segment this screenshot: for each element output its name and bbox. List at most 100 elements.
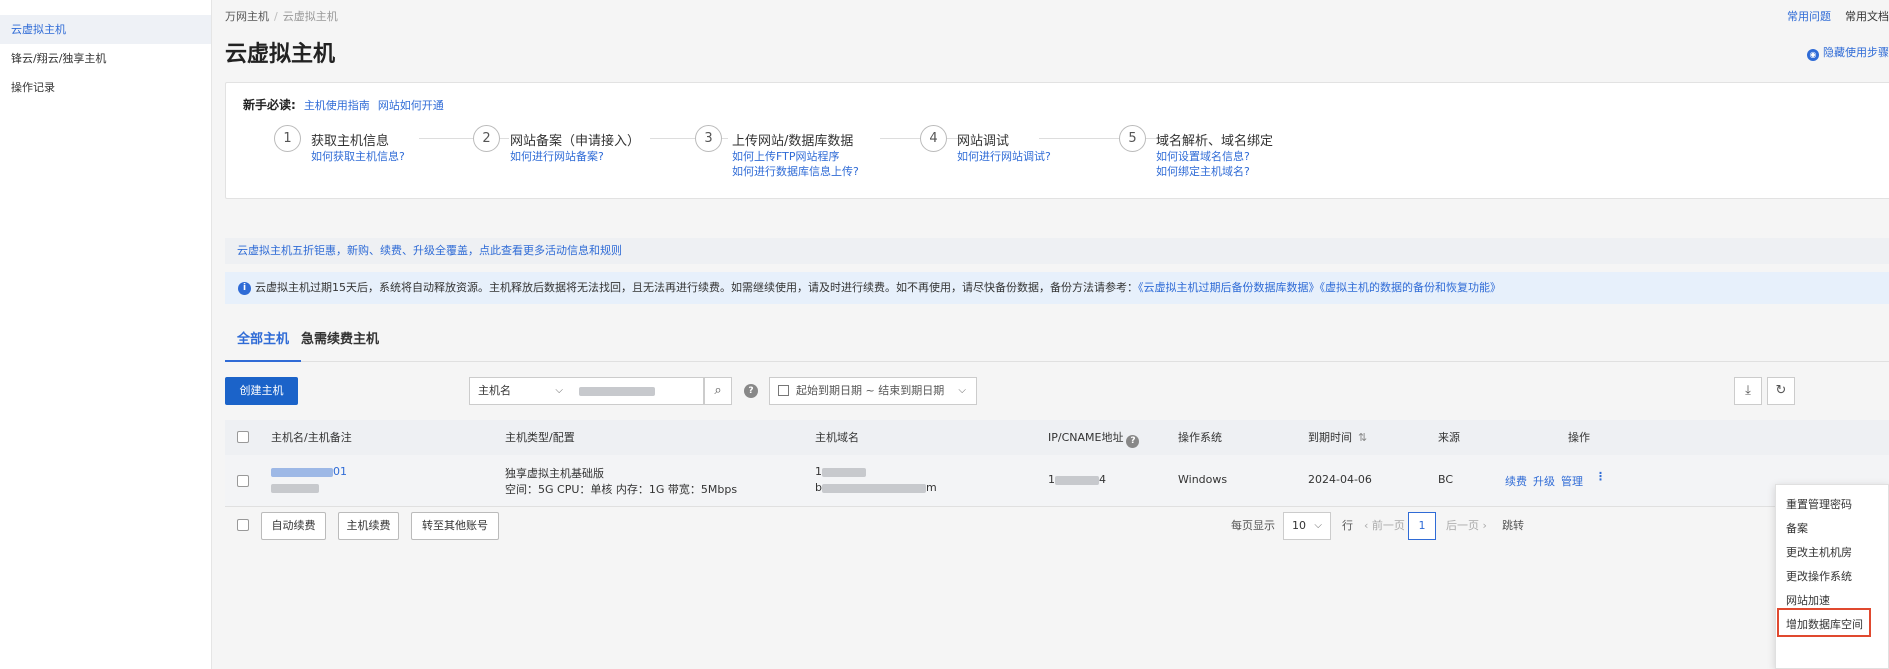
redacted-text bbox=[1055, 475, 1099, 485]
top-links: 常用问题 常用文档 bbox=[1773, 8, 1889, 24]
transfer-account-button[interactable]: 转至其他账号 bbox=[411, 512, 499, 540]
chevron-right-icon: › bbox=[1482, 519, 1487, 532]
step-help-link[interactable]: 如何获取主机信息? bbox=[311, 148, 405, 164]
next-page-button[interactable]: 后一页 › bbox=[1446, 512, 1487, 540]
host-domain-2: bm bbox=[815, 481, 937, 494]
step-help-link[interactable]: 如何进行网站调试? bbox=[957, 148, 1051, 164]
sidebar: 云虚拟主机 锋云/翔云/独享主机 操作记录 bbox=[0, 0, 212, 669]
host-os: Windows bbox=[1178, 473, 1228, 486]
step-title: 网站调试 bbox=[957, 134, 1010, 149]
guide-link-site-open[interactable]: 网站如何开通 bbox=[378, 99, 444, 112]
hide-steps-link[interactable]: ◉ 隐藏使用步骤 bbox=[1807, 44, 1889, 61]
page-number-current[interactable]: 1 bbox=[1408, 512, 1436, 540]
col-os: 操作系统 bbox=[1178, 431, 1222, 444]
help-icon[interactable]: ? bbox=[1126, 435, 1140, 448]
redacted-text bbox=[579, 386, 655, 396]
col-host-type: 主机类型/配置 bbox=[505, 431, 575, 444]
menu-item-change-datacenter[interactable]: 更改主机机房 bbox=[1786, 544, 1852, 560]
expiry-date-range-picker[interactable]: 起始到期日期 ~ 结束到期日期 ⌵ bbox=[769, 377, 977, 405]
faq-link[interactable]: 常用问题 bbox=[1787, 10, 1831, 23]
per-page-select[interactable]: 10 ⌵ bbox=[1283, 512, 1331, 540]
guide-header: 新手必读: 主机使用指南 网站如何开通 bbox=[243, 96, 444, 113]
sidebar-item-operation-log[interactable]: 操作记录 bbox=[0, 73, 211, 102]
host-config: 空间：5G CPU：单核 内存：1G 带宽：5Mbps bbox=[505, 483, 738, 496]
more-actions-menu: 重置管理密码 备案 更改主机机房 更改操作系统 网站加速 增加数据库空间 bbox=[1775, 484, 1889, 669]
breadcrumb-current: 云虚拟主机 bbox=[282, 10, 338, 23]
sort-icon[interactable]: ⇅ bbox=[1358, 431, 1367, 444]
host-name-link[interactable]: 01 bbox=[271, 465, 347, 478]
col-expire: 到期时间 ⇅ bbox=[1308, 420, 1367, 455]
upgrade-link[interactable]: 升级 bbox=[1533, 473, 1555, 489]
hide-steps-label: 隐藏使用步骤 bbox=[1823, 46, 1889, 59]
step-title: 网站备案（申请接入） bbox=[510, 134, 641, 149]
col-actions: 操作 bbox=[1568, 431, 1590, 444]
menu-item-record-filing[interactable]: 备案 bbox=[1786, 520, 1808, 536]
search-button[interactable]: ⌕ bbox=[704, 377, 732, 405]
download-button[interactable]: ⤓ bbox=[1734, 377, 1762, 405]
step-help-link[interactable]: 如何进行数据库信息上传? bbox=[732, 163, 859, 179]
redacted-text bbox=[271, 467, 333, 477]
host-expire-date: 2024-04-06 bbox=[1308, 473, 1372, 486]
col-domain: 主机域名 bbox=[815, 431, 859, 444]
breadcrumb: 万网主机 / 云虚拟主机 bbox=[225, 8, 338, 24]
menu-item-change-os[interactable]: 更改操作系统 bbox=[1786, 568, 1852, 584]
guide-link-host-manual[interactable]: 主机使用指南 bbox=[304, 99, 370, 112]
search-input[interactable] bbox=[571, 377, 704, 405]
more-actions-icon[interactable]: ⋮ bbox=[1595, 470, 1606, 483]
chevron-down-icon: ⌵ bbox=[1314, 520, 1322, 531]
help-icon[interactable]: ? bbox=[744, 384, 758, 398]
step-title: 域名解析、域名绑定 bbox=[1156, 134, 1274, 149]
step-help-link[interactable]: 如何设置域名信息? bbox=[1156, 148, 1250, 164]
notice-link-backup-db[interactable]: 《云虚拟主机过期后备份数据库数据》 bbox=[1138, 281, 1320, 294]
step-help-link[interactable]: 如何上传FTP网站程序 bbox=[732, 148, 840, 164]
guide-label: 新手必读: bbox=[243, 98, 296, 112]
search-field-select[interactable]: 主机名 ⌵ bbox=[469, 377, 572, 405]
step-help-link[interactable]: 如何进行网站备案? bbox=[510, 148, 604, 164]
menu-item-site-acceleration[interactable]: 网站加速 bbox=[1786, 592, 1830, 608]
create-host-button[interactable]: 创建主机 bbox=[225, 377, 298, 405]
refresh-button[interactable]: ↻ bbox=[1767, 377, 1795, 405]
sidebar-item-virtual-host[interactable]: 云虚拟主机 bbox=[0, 15, 211, 44]
per-page-value: 10 bbox=[1292, 519, 1306, 532]
expiry-notice: i 云虚拟主机过期15天后，系统将自动释放资源。主机释放后数据将无法找回，且无法… bbox=[225, 272, 1889, 304]
host-ip: 14 bbox=[1048, 473, 1106, 486]
host-type: 独享虚拟主机基础版 bbox=[505, 467, 604, 480]
notice-link-backup-restore[interactable]: 《虚拟主机的数据的备份和恢复功能》 bbox=[1320, 281, 1502, 294]
search-icon: ⌕ bbox=[714, 383, 722, 398]
chevron-down-icon: ⌵ bbox=[555, 385, 563, 396]
redacted-text bbox=[821, 483, 926, 493]
col-ip-label: IP/CNAME地址 bbox=[1048, 431, 1124, 444]
docs-link[interactable]: 常用文档 bbox=[1845, 10, 1889, 23]
notice-text: 云虚拟主机过期15天后，系统将自动释放资源。主机释放后数据将无法找回，且无法再进… bbox=[255, 281, 1138, 294]
step-number: 4 bbox=[920, 125, 947, 152]
bottom-select-all-checkbox[interactable] bbox=[237, 519, 249, 531]
app-root: 云虚拟主机 锋云/翔云/独享主机 操作记录 万网主机 / 云虚拟主机 常用问题 常用文… bbox=[0, 0, 1889, 669]
tab-all-hosts[interactable]: 全部主机 bbox=[225, 326, 302, 362]
eye-icon: ◉ bbox=[1807, 49, 1819, 61]
prev-page-button[interactable]: ‹ 前一页 bbox=[1364, 512, 1405, 540]
select-all-checkbox[interactable] bbox=[237, 431, 249, 443]
domain-line2-prefix: b bbox=[815, 481, 822, 494]
breadcrumb-root[interactable]: 万网主机 bbox=[225, 10, 269, 23]
step-number: 3 bbox=[695, 125, 722, 152]
row-checkbox[interactable] bbox=[237, 475, 249, 487]
ip-prefix: 1 bbox=[1048, 473, 1055, 486]
sidebar-item-dedicated-host[interactable]: 锋云/翔云/独享主机 bbox=[0, 44, 211, 73]
col-host-name: 主机名/主机备注 bbox=[271, 431, 352, 444]
step-help-link[interactable]: 如何绑定主机域名? bbox=[1156, 163, 1250, 179]
step-number: 2 bbox=[473, 125, 500, 152]
domain-line2-suffix: m bbox=[925, 481, 937, 494]
beginner-guide-panel: 新手必读: 主机使用指南 网站如何开通 1 获取主机信息 如何获取主机信息? 2 网… bbox=[225, 82, 1889, 199]
renew-link[interactable]: 续费 bbox=[1505, 473, 1527, 489]
manage-link[interactable]: 管理 bbox=[1561, 473, 1583, 489]
tab-urgent-renewal[interactable]: 急需续费主机 bbox=[301, 326, 379, 362]
col-ip: IP/CNAME地址? bbox=[1048, 420, 1140, 455]
menu-item-reset-password[interactable]: 重置管理密码 bbox=[1786, 496, 1852, 512]
host-tabs: 全部主机 急需续费主机 bbox=[225, 326, 1889, 362]
host-renew-button[interactable]: 主机续费 bbox=[338, 512, 399, 540]
next-page-label: 后一页 bbox=[1446, 519, 1479, 532]
jump-label: 跳转 bbox=[1502, 519, 1524, 532]
breadcrumb-separator: / bbox=[274, 10, 278, 23]
auto-renew-button[interactable]: 自动续费 bbox=[261, 512, 326, 540]
promo-banner[interactable]: 云虚拟主机五折钜惠，新购、续费、升级全覆盖，点此查看更多活动信息和规则 bbox=[225, 238, 1889, 264]
